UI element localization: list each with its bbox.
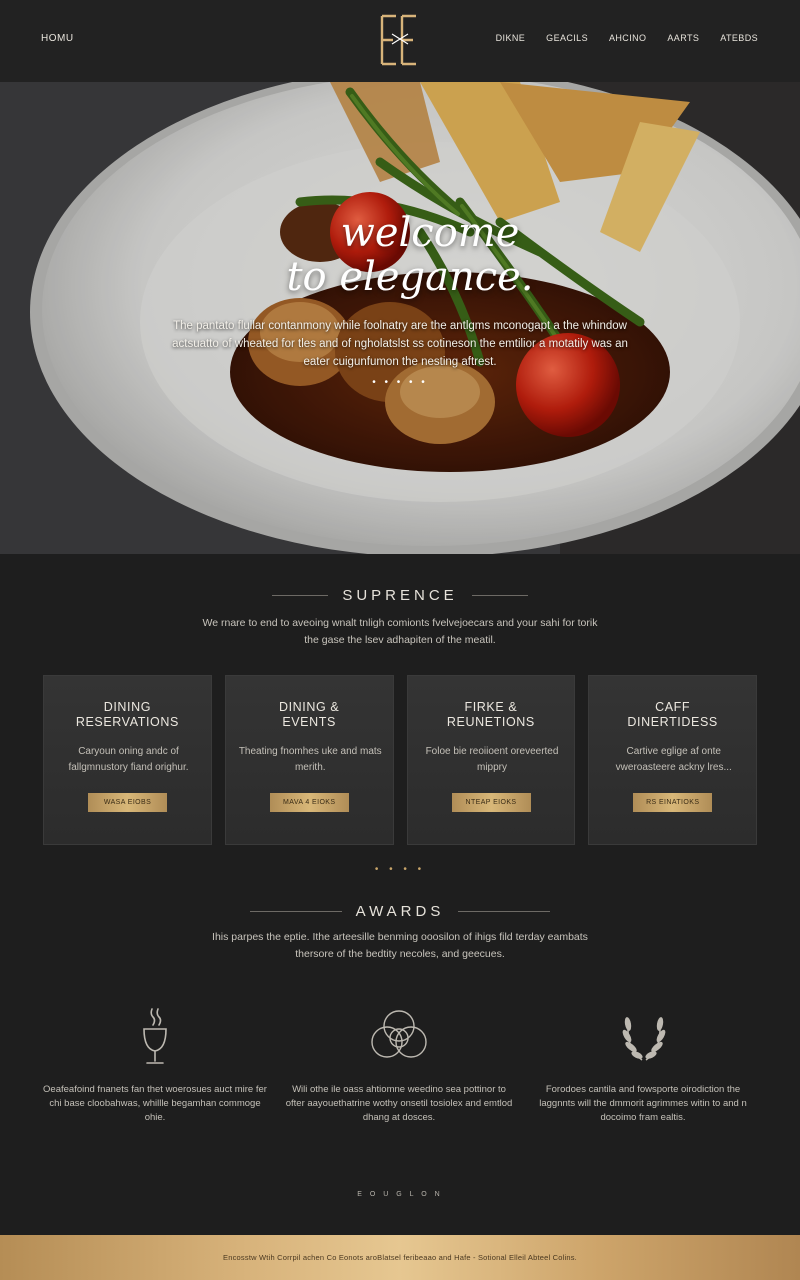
site-footer: Encosstw Wtih Corrpil achen Co Eonots ar…	[0, 1235, 800, 1280]
section-divider-dots: • • • •	[374, 864, 426, 875]
card-text: Caryoun oning andc of fallgmnustory fian…	[68, 746, 189, 773]
nav-link-geacils[interactable]: GEACILS	[546, 33, 588, 43]
card-text: Cartive eglige af onte vweroasteere ackn…	[615, 746, 732, 773]
service-cards: DINING RESERVATIONS Caryoun oning andc o…	[43, 675, 757, 845]
heading-rule-right	[458, 911, 551, 912]
interlocking-rings-icon	[371, 1010, 427, 1058]
card-button[interactable]: NTEAP EIOKS	[451, 793, 531, 812]
hero-title: welcome to elegance.	[0, 212, 800, 298]
card-button[interactable]: WASA EIOBS	[88, 793, 167, 812]
awards-title: AWARDS	[355, 903, 445, 920]
wine-glass-icon	[143, 1008, 167, 1064]
nav-link-dikne[interactable]: DIKNE	[496, 33, 526, 43]
service-card-firke-reunetions: FIRKE & REUNETIONS Foloe bie reoiioent o…	[406, 675, 576, 845]
heading-rule-left	[249, 911, 342, 912]
experience-description: We rnare to end to aveoing wnalt tnligh …	[202, 617, 598, 646]
nav-link-atebds[interactable]: ATEBDS	[720, 33, 758, 43]
awards-description: Ihis parpes the eptie. Ithe arteesille b…	[212, 931, 588, 960]
hero-banner: welcome to elegance. The pantato flullar…	[0, 82, 800, 554]
card-title: FIRKE & REUNETIONS	[446, 700, 535, 729]
service-card-dining-reservations: DINING RESERVATIONS Caryoun oning andc o…	[43, 675, 212, 845]
award-text-rings: Wili othe ile oass ahtiomne weedino sea …	[285, 1084, 513, 1123]
hero-title-line1: welcome	[340, 210, 520, 256]
nav-link-ahcino[interactable]: AHCINO	[609, 33, 646, 43]
awards-heading: AWARDS	[0, 903, 800, 920]
hero-carousel-dots[interactable]: • • • • •	[0, 377, 800, 388]
nav-link-aarts[interactable]: AARTS	[667, 33, 699, 43]
main-nav: DIKNE GEACILS AHCINO AARTS ATEBDS	[496, 33, 758, 43]
logo-monogram[interactable]	[378, 12, 422, 68]
laurel-wreath-icon	[622, 1017, 666, 1061]
card-title: DINING RESERVATIONS	[75, 700, 179, 729]
footer-signature: E O U G L O N	[357, 1191, 443, 1198]
card-button[interactable]: RS EINATIOKS	[633, 793, 713, 812]
nav-home-link[interactable]: HOMU	[41, 33, 74, 44]
card-button[interactable]: MAVA 4 EIOKS	[269, 793, 349, 812]
experience-heading: SUPRENCE	[0, 587, 800, 604]
card-text: Theating fnomhes uke and mats merith.	[238, 746, 382, 773]
card-text: Foloe bie reoiioent oreveerted mippry	[425, 746, 559, 773]
hero-description: The pantato flullar contanmony while foo…	[172, 320, 628, 368]
card-title: DINING & EVENTS	[278, 700, 340, 729]
heading-rule-right	[471, 595, 528, 596]
service-card-caff-dinertidess: CAFF DINERTIDESS Cartive eglige af onte …	[588, 675, 757, 845]
site-header: HOMU DIKNE GEACILS AHCINO AARTS ATEBDS	[0, 0, 800, 82]
service-card-dining-events: DINING & EVENTS Theating fnomhes uke and…	[224, 675, 394, 845]
award-text-wine: Oeafeafoind fnanets fan thet woerosues a…	[43, 1084, 267, 1123]
experience-title: SUPRENCE	[342, 587, 458, 604]
hero-title-line2: to elegance.	[286, 254, 534, 300]
card-title: CAFF DINERTIDESS	[627, 700, 718, 729]
footer-text: Encosstw Wtih Corrpil achen Co Eonots ar…	[223, 1253, 577, 1262]
award-text-laurel: Forodoes cantila and fowsporte oirodicti…	[539, 1084, 747, 1123]
heading-rule-left	[272, 595, 329, 596]
